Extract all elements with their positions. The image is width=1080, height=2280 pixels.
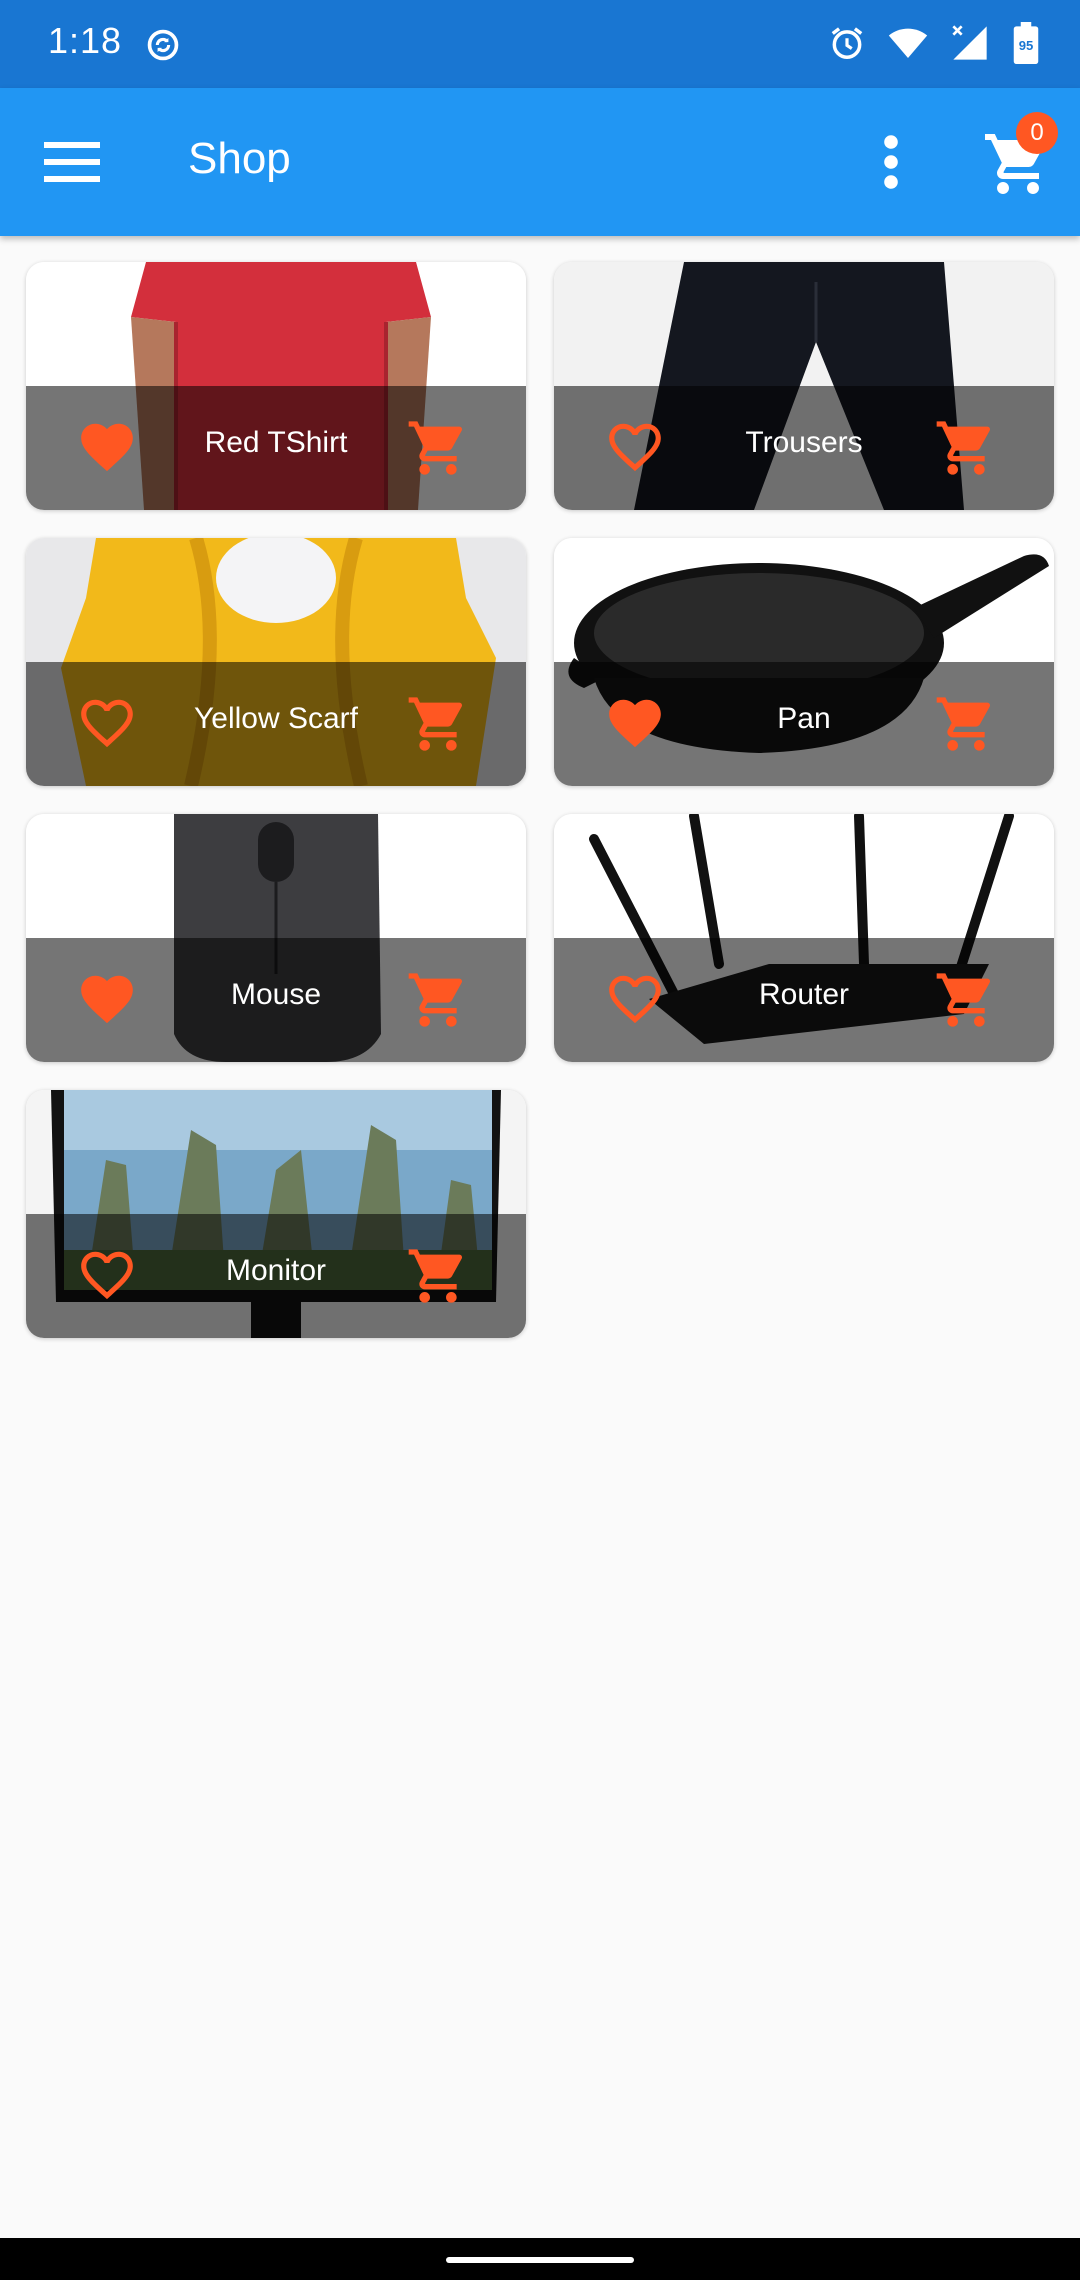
add-to-cart-icon[interactable] — [934, 692, 998, 756]
status-time: 1:18 — [48, 20, 123, 61]
add-to-cart-icon[interactable] — [406, 416, 470, 480]
sync-icon — [147, 29, 179, 61]
tile-footer: Trousers — [554, 386, 1054, 510]
cart-count-badge: 0 — [1016, 112, 1058, 154]
page-title: Shop — [188, 134, 291, 183]
product-name: Router — [758, 978, 850, 1011]
tile-footer: Mouse — [26, 938, 526, 1062]
product-name: Mouse — [230, 978, 322, 1011]
app-bar: Shop 0 — [0, 88, 1080, 236]
add-to-cart-icon[interactable] — [406, 1244, 470, 1308]
signal-icon — [952, 25, 987, 60]
alarm-icon — [831, 27, 863, 59]
battery-level: 95 — [1019, 38, 1034, 53]
favorite-outline-icon[interactable] — [76, 1244, 138, 1306]
product-tile[interactable]: Red TShirt — [26, 262, 526, 510]
wifi-icon — [888, 28, 928, 58]
tile-footer: Pan — [554, 662, 1054, 786]
tile-footer: Red TShirt — [26, 386, 526, 510]
menu-icon[interactable] — [40, 132, 108, 192]
favorite-filled-icon[interactable] — [604, 692, 666, 754]
favorite-filled-icon[interactable] — [76, 968, 138, 1030]
more-vert-icon[interactable] — [866, 130, 916, 194]
product-tile[interactable]: Pan — [554, 538, 1054, 786]
add-to-cart-icon[interactable] — [934, 968, 998, 1032]
navigation-bar — [0, 2238, 1080, 2280]
add-to-cart-icon[interactable] — [406, 692, 470, 756]
favorite-outline-icon[interactable] — [76, 692, 138, 754]
product-tile[interactable]: Mouse — [26, 814, 526, 1062]
tile-footer: Monitor — [26, 1214, 526, 1338]
product-name: Monitor — [225, 1254, 327, 1287]
product-tile[interactable]: Yellow Scarf — [26, 538, 526, 786]
status-bar: 1:18 95 — [0, 0, 1080, 88]
favorite-outline-icon[interactable] — [604, 416, 666, 478]
product-tile[interactable]: Router — [554, 814, 1054, 1062]
tile-footer: Router — [554, 938, 1054, 1062]
product-tile[interactable]: Trousers — [554, 262, 1054, 510]
tile-footer: Yellow Scarf — [26, 662, 526, 786]
product-name: Trousers — [745, 426, 863, 459]
product-grid: Red TShirt Trousers Yellow Scarf Pan Mou… — [26, 262, 1054, 1338]
product-name: Red TShirt — [204, 426, 348, 459]
favorite-outline-icon[interactable] — [604, 968, 666, 1030]
product-name: Pan — [777, 702, 831, 735]
favorite-filled-icon[interactable] — [76, 416, 138, 478]
product-tile[interactable]: Monitor — [26, 1090, 526, 1338]
home-gesture-handle[interactable] — [446, 2257, 634, 2263]
add-to-cart-icon[interactable] — [406, 968, 470, 1032]
product-name: Yellow Scarf — [194, 702, 358, 735]
battery-icon: 95 — [1013, 22, 1039, 64]
add-to-cart-icon[interactable] — [934, 416, 998, 480]
